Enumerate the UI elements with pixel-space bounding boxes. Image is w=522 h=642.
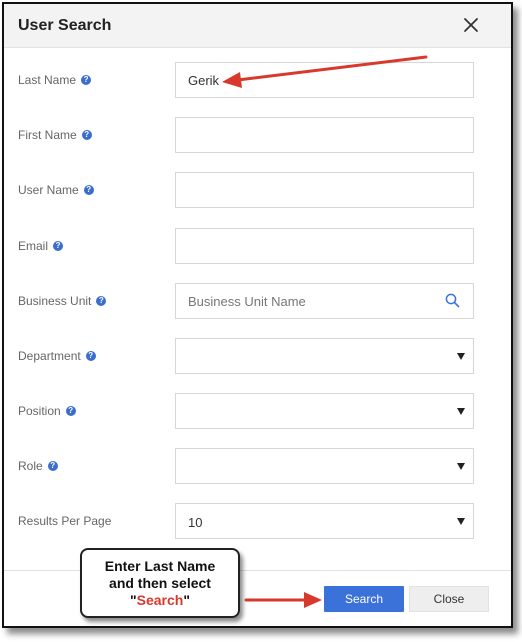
business-unit-label: Business Unit ? — [18, 294, 107, 308]
first-name-row: First Name ? — [4, 117, 511, 153]
results-per-page-label: Results Per Page — [18, 514, 112, 528]
user-search-dialog: User Search Last Name ? First Name ? Use… — [2, 2, 513, 628]
help-icon[interactable]: ? — [81, 130, 92, 140]
last-name-label: Last Name ? — [18, 73, 92, 87]
callout-line-1: Enter Last Name — [104, 558, 216, 574]
department-row: Department ? — [4, 338, 511, 374]
instruction-callout: Enter Last Name and then select "Search" — [80, 548, 240, 618]
help-icon[interactable]: ? — [53, 241, 64, 251]
search-button[interactable]: Search — [324, 586, 404, 612]
department-label: Department ? — [18, 349, 96, 363]
email-input[interactable] — [175, 228, 474, 264]
position-select[interactable] — [175, 393, 474, 429]
user-name-row: User Name ? — [4, 172, 511, 208]
business-unit-row: Business Unit ? — [4, 283, 511, 319]
position-label: Position ? — [18, 404, 76, 418]
last-name-input[interactable] — [175, 62, 474, 98]
callout-line-2: and then select — [109, 575, 211, 591]
user-name-input[interactable] — [175, 172, 474, 208]
callout-action: Search — [136, 592, 184, 608]
last-name-row: Last Name ? — [4, 62, 511, 98]
results-per-page-row: Results Per Page 10 — [4, 503, 511, 539]
department-select[interactable] — [175, 338, 474, 374]
results-per-page-value: 10 — [188, 515, 203, 530]
help-icon[interactable]: ? — [81, 75, 92, 85]
close-icon[interactable] — [461, 15, 481, 35]
role-row: Role ? — [4, 448, 511, 484]
caret-down-icon — [457, 463, 465, 470]
email-label: Email ? — [18, 239, 64, 253]
dialog-title: User Search — [18, 17, 112, 34]
help-icon[interactable]: ? — [85, 351, 96, 361]
callout-line-3: "Search" — [82, 592, 238, 609]
help-icon[interactable]: ? — [65, 406, 76, 416]
search-icon[interactable] — [445, 293, 460, 308]
close-button[interactable]: Close — [409, 586, 489, 612]
caret-down-icon — [457, 408, 465, 415]
caret-down-icon — [457, 518, 465, 525]
business-unit-input[interactable] — [175, 283, 474, 319]
role-select[interactable] — [175, 448, 474, 484]
results-per-page-select[interactable]: 10 — [175, 503, 474, 539]
help-icon[interactable]: ? — [96, 296, 107, 306]
dialog-header: User Search — [4, 4, 511, 48]
first-name-input[interactable] — [175, 117, 474, 153]
position-row: Position ? — [4, 393, 511, 429]
help-icon[interactable]: ? — [47, 461, 58, 471]
callout-quote-open: " — [130, 592, 137, 608]
user-name-label: User Name ? — [18, 183, 94, 197]
first-name-label: First Name ? — [18, 128, 92, 142]
role-label: Role ? — [18, 459, 58, 473]
help-icon[interactable]: ? — [83, 185, 94, 195]
callout-quote-close: " — [183, 592, 190, 608]
caret-down-icon — [457, 353, 465, 360]
email-row: Email ? — [4, 228, 511, 264]
